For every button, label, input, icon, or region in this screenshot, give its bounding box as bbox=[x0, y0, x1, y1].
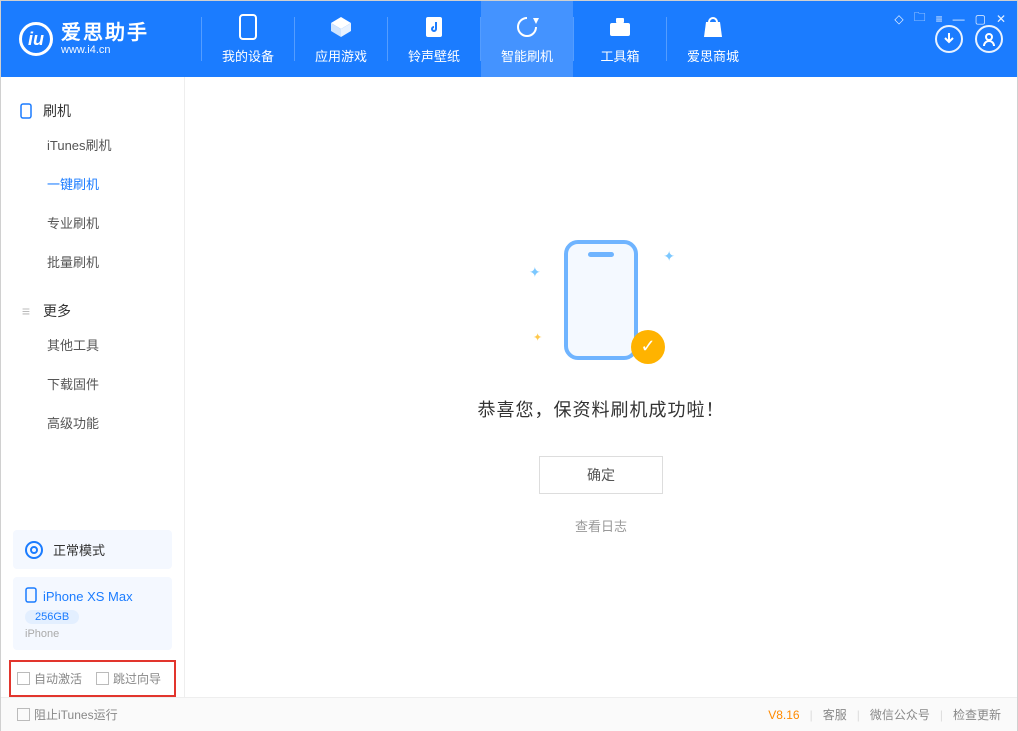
phone-graphic bbox=[564, 240, 638, 360]
download-icon[interactable] bbox=[935, 25, 963, 53]
logo-icon: iu bbox=[19, 22, 53, 56]
app-header: iu 爱思助手 www.i4.cn 我的设备 应用游戏 铃声壁纸 智能刷机 bbox=[1, 1, 1017, 77]
maximize-icon[interactable]: ▢ bbox=[975, 12, 986, 26]
tab-my-device[interactable]: 我的设备 bbox=[202, 1, 294, 77]
tab-label: 应用游戏 bbox=[315, 46, 367, 65]
tab-ringtones[interactable]: 铃声壁纸 bbox=[388, 1, 480, 77]
ok-button[interactable]: 确定 bbox=[539, 456, 663, 494]
sparkle-icon: ✦ bbox=[663, 248, 675, 265]
sparkle-icon: ✦ bbox=[529, 264, 541, 281]
refresh-icon bbox=[514, 14, 540, 40]
wechat-link[interactable]: 微信公众号 bbox=[870, 706, 930, 723]
group-title: 刷机 bbox=[43, 101, 71, 121]
device-capacity: 256GB bbox=[25, 610, 79, 624]
device-card[interactable]: iPhone XS Max 256GB iPhone bbox=[13, 577, 172, 650]
view-log-link[interactable]: 查看日志 bbox=[575, 516, 627, 535]
sidebar-item-download-firmware[interactable]: 下载固件 bbox=[1, 364, 184, 403]
tab-toolbox[interactable]: 工具箱 bbox=[574, 1, 666, 77]
group-title: 更多 bbox=[43, 301, 71, 321]
app-url: www.i4.cn bbox=[61, 44, 149, 56]
device-icon bbox=[235, 14, 261, 40]
tab-flash[interactable]: 智能刷机 bbox=[481, 1, 573, 77]
main-panel: ✦ ✦ ✦ ✓ 恭喜您，保资料刷机成功啦！ 确定 查看日志 bbox=[185, 77, 1017, 697]
sidebar: 刷机 iTunes刷机 一键刷机 专业刷机 批量刷机 ≡ 更多 其他工具 下载固… bbox=[1, 77, 185, 697]
user-icon[interactable] bbox=[975, 25, 1003, 53]
checkbox-icon bbox=[96, 672, 109, 685]
cube-icon bbox=[328, 14, 354, 40]
tab-store[interactable]: 爱思商城 bbox=[667, 1, 759, 77]
device-type: iPhone bbox=[25, 628, 160, 640]
checkbox-icon bbox=[17, 672, 30, 685]
app-name: 爱思助手 bbox=[61, 22, 149, 44]
tab-label: 工具箱 bbox=[600, 46, 639, 65]
tab-label: 铃声壁纸 bbox=[408, 46, 460, 65]
music-icon bbox=[421, 14, 447, 40]
status-bar: 阻止iTunes运行 V8.16 | 客服 | 微信公众号 | 检查更新 bbox=[1, 697, 1017, 731]
checkmark-icon: ✓ bbox=[631, 330, 665, 364]
success-illustration: ✦ ✦ ✦ ✓ bbox=[531, 240, 671, 370]
bag-icon bbox=[700, 14, 726, 40]
checkbox-icon bbox=[17, 708, 30, 721]
checkbox-block-itunes[interactable]: 阻止iTunes运行 bbox=[17, 706, 118, 723]
top-nav: 我的设备 应用游戏 铃声壁纸 智能刷机 工具箱 爱思商城 bbox=[202, 1, 759, 77]
success-message: 恭喜您，保资料刷机成功啦！ bbox=[478, 396, 725, 422]
phone-outline-icon bbox=[19, 104, 33, 118]
group-more: ≡ 更多 bbox=[1, 295, 184, 325]
app-logo: iu 爱思助手 www.i4.cn bbox=[1, 22, 201, 56]
mode-card[interactable]: 正常模式 bbox=[13, 530, 172, 569]
sidebar-item-itunes-flash[interactable]: iTunes刷机 bbox=[1, 125, 184, 164]
device-name: iPhone XS Max bbox=[43, 589, 133, 604]
checkbox-skip-guide[interactable]: 跳过向导 bbox=[96, 670, 161, 687]
checkbox-auto-activate[interactable]: 自动激活 bbox=[17, 670, 82, 687]
sidebar-item-pro-flash[interactable]: 专业刷机 bbox=[1, 203, 184, 242]
tab-label: 我的设备 bbox=[222, 46, 274, 65]
tab-label: 爱思商城 bbox=[687, 46, 739, 65]
shirt-icon[interactable]: ◇ bbox=[894, 12, 903, 26]
check-update-link[interactable]: 检查更新 bbox=[953, 706, 1001, 723]
body: 刷机 iTunes刷机 一键刷机 专业刷机 批量刷机 ≡ 更多 其他工具 下载固… bbox=[1, 77, 1017, 697]
tab-apps-games[interactable]: 应用游戏 bbox=[295, 1, 387, 77]
window-controls: ◇ 🗀 ≡ — ▢ ✕ bbox=[894, 8, 1006, 29]
support-link[interactable]: 客服 bbox=[823, 706, 847, 723]
toolbox-icon bbox=[607, 14, 633, 40]
sidebar-item-advanced[interactable]: 高级功能 bbox=[1, 403, 184, 442]
lock-icon[interactable]: 🗀 bbox=[914, 8, 926, 29]
sidebar-item-batch-flash[interactable]: 批量刷机 bbox=[1, 242, 184, 281]
group-flash: 刷机 bbox=[1, 95, 184, 125]
list-icon: ≡ bbox=[19, 304, 33, 318]
version-label: V8.16 bbox=[768, 708, 799, 722]
close-icon[interactable]: ✕ bbox=[996, 12, 1006, 26]
tab-label: 智能刷机 bbox=[501, 46, 553, 65]
menu-icon[interactable]: ≡ bbox=[936, 12, 943, 26]
minimize-icon[interactable]: — bbox=[953, 12, 965, 26]
mode-icon bbox=[25, 541, 43, 559]
mode-label: 正常模式 bbox=[53, 540, 105, 559]
sparkle-icon: ✦ bbox=[533, 331, 542, 344]
sidebar-item-oneclick-flash[interactable]: 一键刷机 bbox=[1, 164, 184, 203]
sidebar-item-other-tools[interactable]: 其他工具 bbox=[1, 325, 184, 364]
options-highlight: 自动激活 跳过向导 bbox=[9, 660, 176, 697]
phone-small-icon bbox=[25, 587, 37, 606]
